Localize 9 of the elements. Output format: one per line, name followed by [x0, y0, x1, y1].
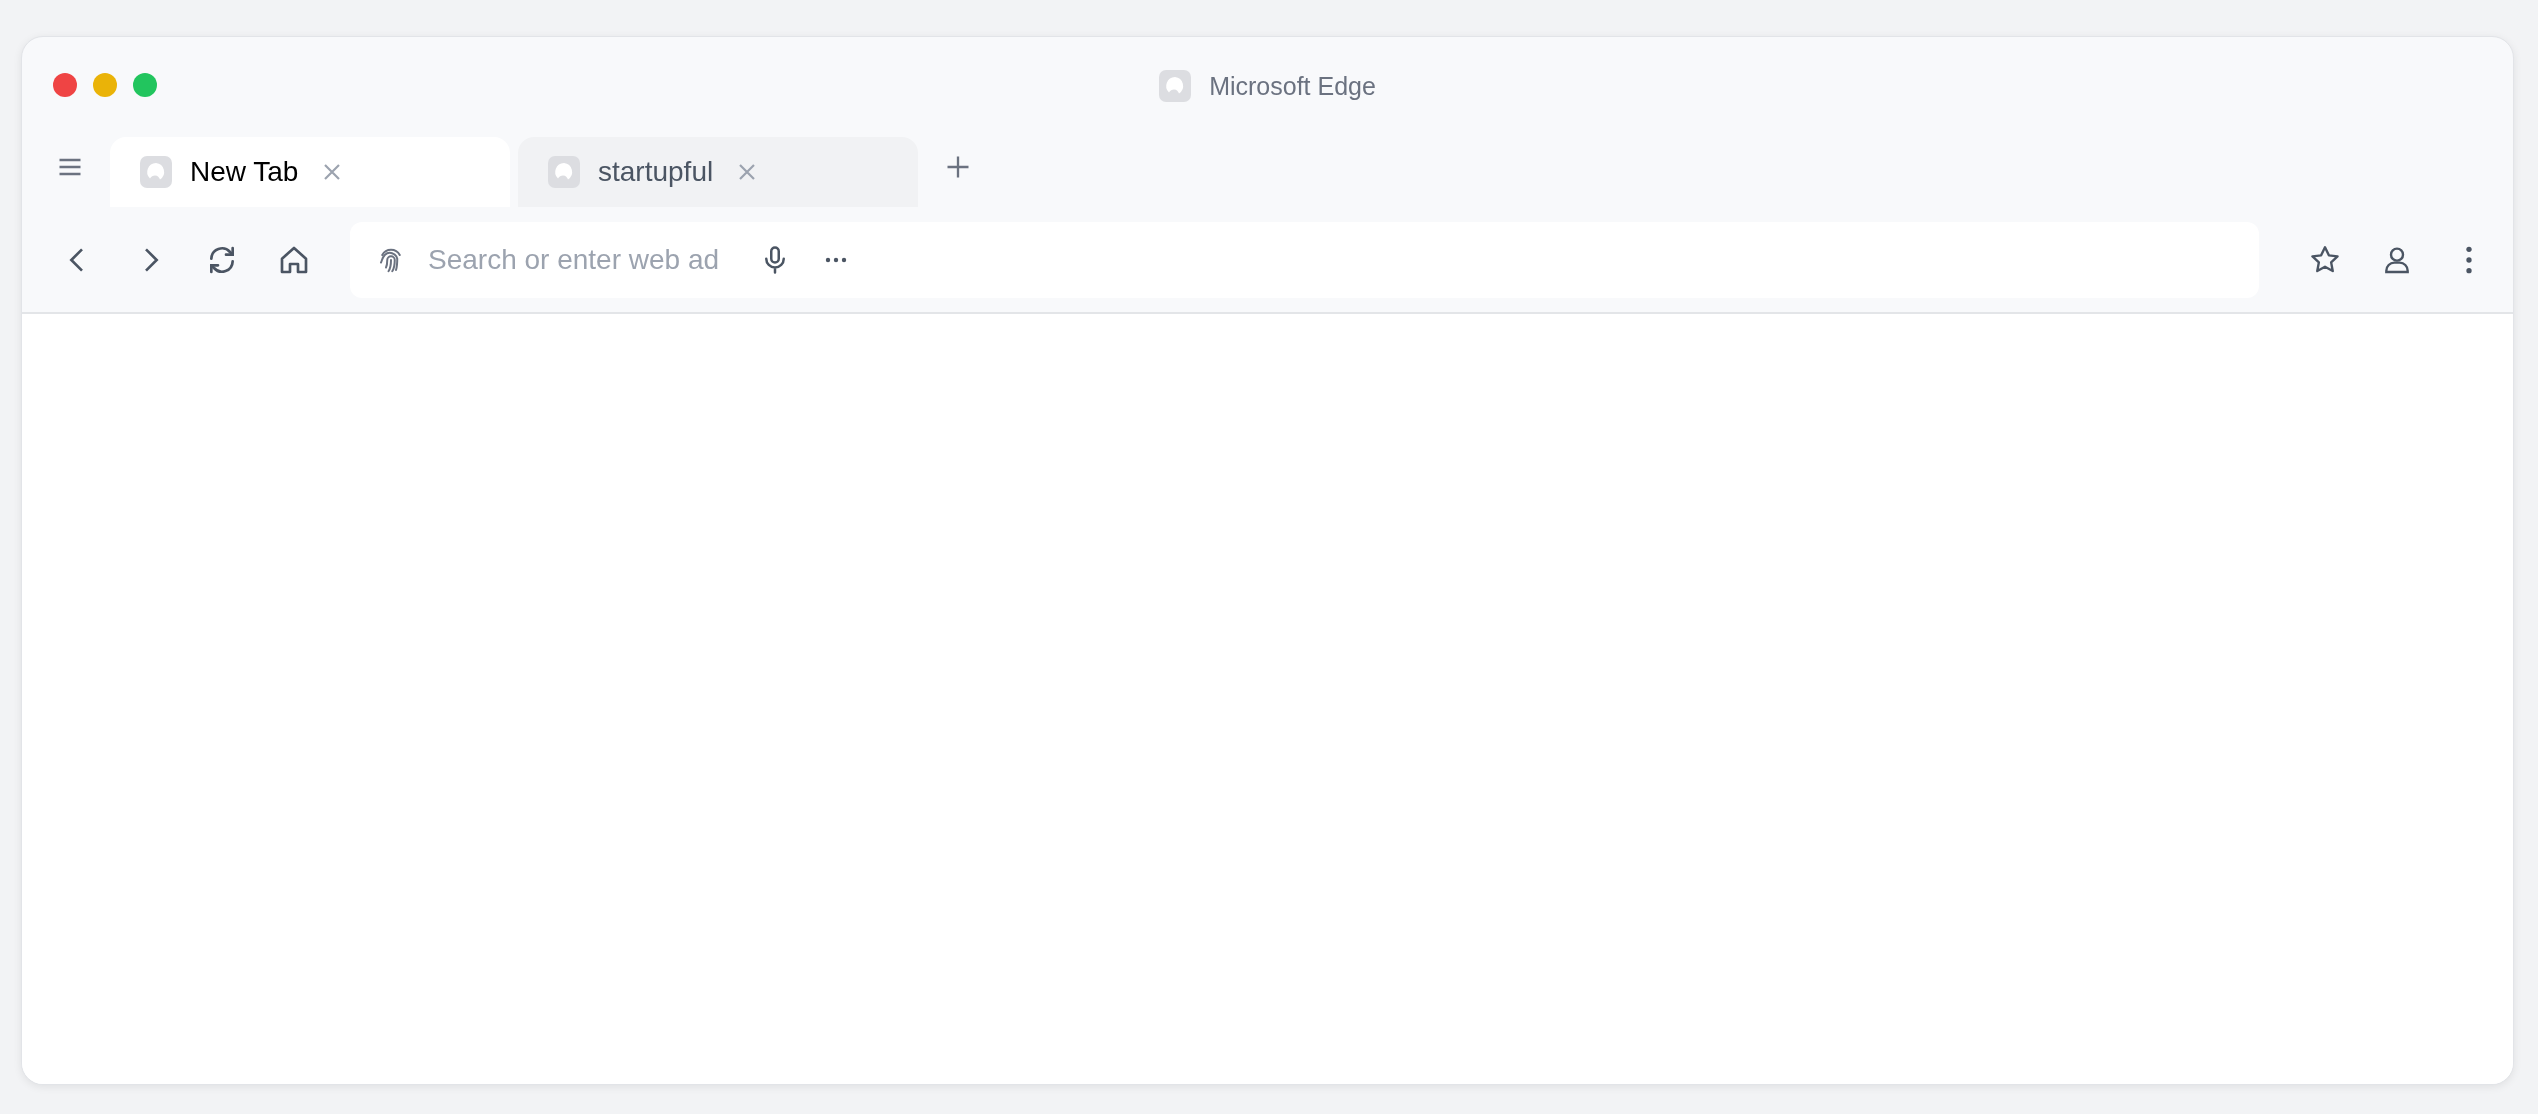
- close-window-button[interactable]: [53, 73, 77, 97]
- favicon-icon: [548, 156, 580, 188]
- favicon-icon: [140, 156, 172, 188]
- more-icon[interactable]: [824, 255, 848, 264]
- address-field[interactable]: Search or enter web ad: [428, 243, 738, 276]
- window-title: Microsoft Edge: [1209, 71, 1376, 101]
- browser-tab[interactable]: New Tab: [110, 137, 510, 207]
- browser-tab[interactable]: startupful: [518, 137, 918, 207]
- favicon-icon: [1159, 70, 1192, 102]
